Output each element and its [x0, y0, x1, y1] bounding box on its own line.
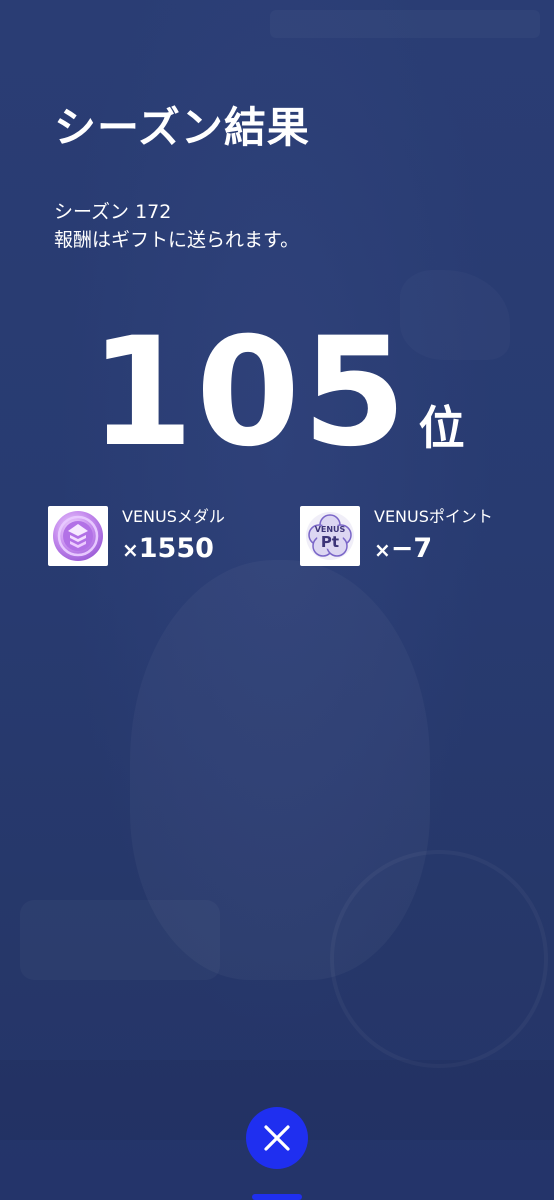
venus-point-icon: VENUS Pt: [300, 506, 360, 566]
venus-medal-icon: [48, 506, 108, 566]
close-icon: [264, 1125, 290, 1151]
reward-venus-medal: VENUSメダル ×1550: [48, 506, 225, 568]
season-number: シーズン 172: [54, 201, 172, 223]
background-panel: [20, 900, 220, 980]
svg-text:Pt: Pt: [321, 533, 339, 551]
background-figure: [130, 560, 430, 980]
rank-number: 105: [89, 306, 409, 480]
background-ring: [330, 850, 548, 1068]
reward-amount: ×−7: [374, 533, 433, 564]
reward-notice: 報酬はギフトに送られます。: [54, 229, 300, 251]
reward-venus-point: VENUS Pt VENUSポイント ×−7: [300, 506, 493, 568]
season-info: シーズン 172 報酬はギフトに送られます。: [54, 198, 299, 254]
page-title: シーズン結果: [54, 103, 310, 152]
rank-unit: 位: [418, 401, 465, 455]
reward-label: VENUSポイント: [374, 507, 493, 526]
blurred-background: [0, 0, 554, 1200]
background-bar: [270, 10, 540, 38]
rank-display: 105 位: [0, 318, 554, 468]
reward-label: VENUSメダル: [122, 507, 225, 526]
home-indicator: [252, 1194, 302, 1200]
close-button[interactable]: [246, 1107, 308, 1169]
reward-amount: ×1550: [122, 533, 214, 564]
